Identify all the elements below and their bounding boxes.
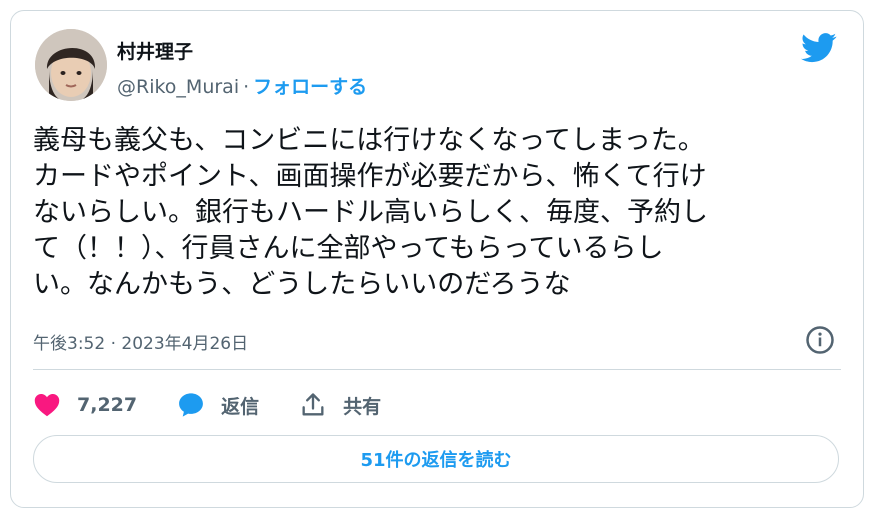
like-count: 7,227 [77, 394, 138, 416]
tweet-timestamp[interactable]: 午後3:52 · 2023年4月26日 [33, 329, 248, 354]
display-name[interactable]: 村井理子 [117, 37, 193, 64]
reply-button[interactable]: 返信 [177, 391, 259, 419]
tweet-card: 村井理子 @Riko_Murai · フォローする 義母も義父も、コンビニには行けな… [10, 10, 864, 508]
twitter-bird-icon[interactable] [801, 33, 837, 63]
heart-icon [34, 394, 60, 417]
speech-bubble-icon [179, 393, 204, 417]
share-upload-icon [302, 393, 324, 416]
separator-dot: · [243, 76, 250, 98]
avatar-image [35, 29, 107, 101]
tweet-text: 義母も義父も、コンビニには行けなくなってしまった。 カードやポイント、画面操作が… [33, 125, 708, 300]
user-handle[interactable]: @Riko_Murai [117, 76, 239, 98]
handle-row: @Riko_Murai · フォローする [117, 72, 367, 99]
reply-label: 返信 [221, 395, 260, 418]
avatar[interactable] [35, 29, 107, 101]
action-bar: 7,227 返信 共有 [33, 389, 421, 421]
divider [33, 369, 841, 370]
follow-link[interactable]: フォローする [253, 76, 367, 98]
share-label: 共有 [343, 395, 382, 418]
info-icon[interactable] [805, 325, 835, 355]
like-button[interactable]: 7,227 [33, 391, 137, 419]
read-replies-button[interactable]: 51件の返信を読む [33, 435, 839, 483]
share-button[interactable]: 共有 [299, 391, 381, 419]
